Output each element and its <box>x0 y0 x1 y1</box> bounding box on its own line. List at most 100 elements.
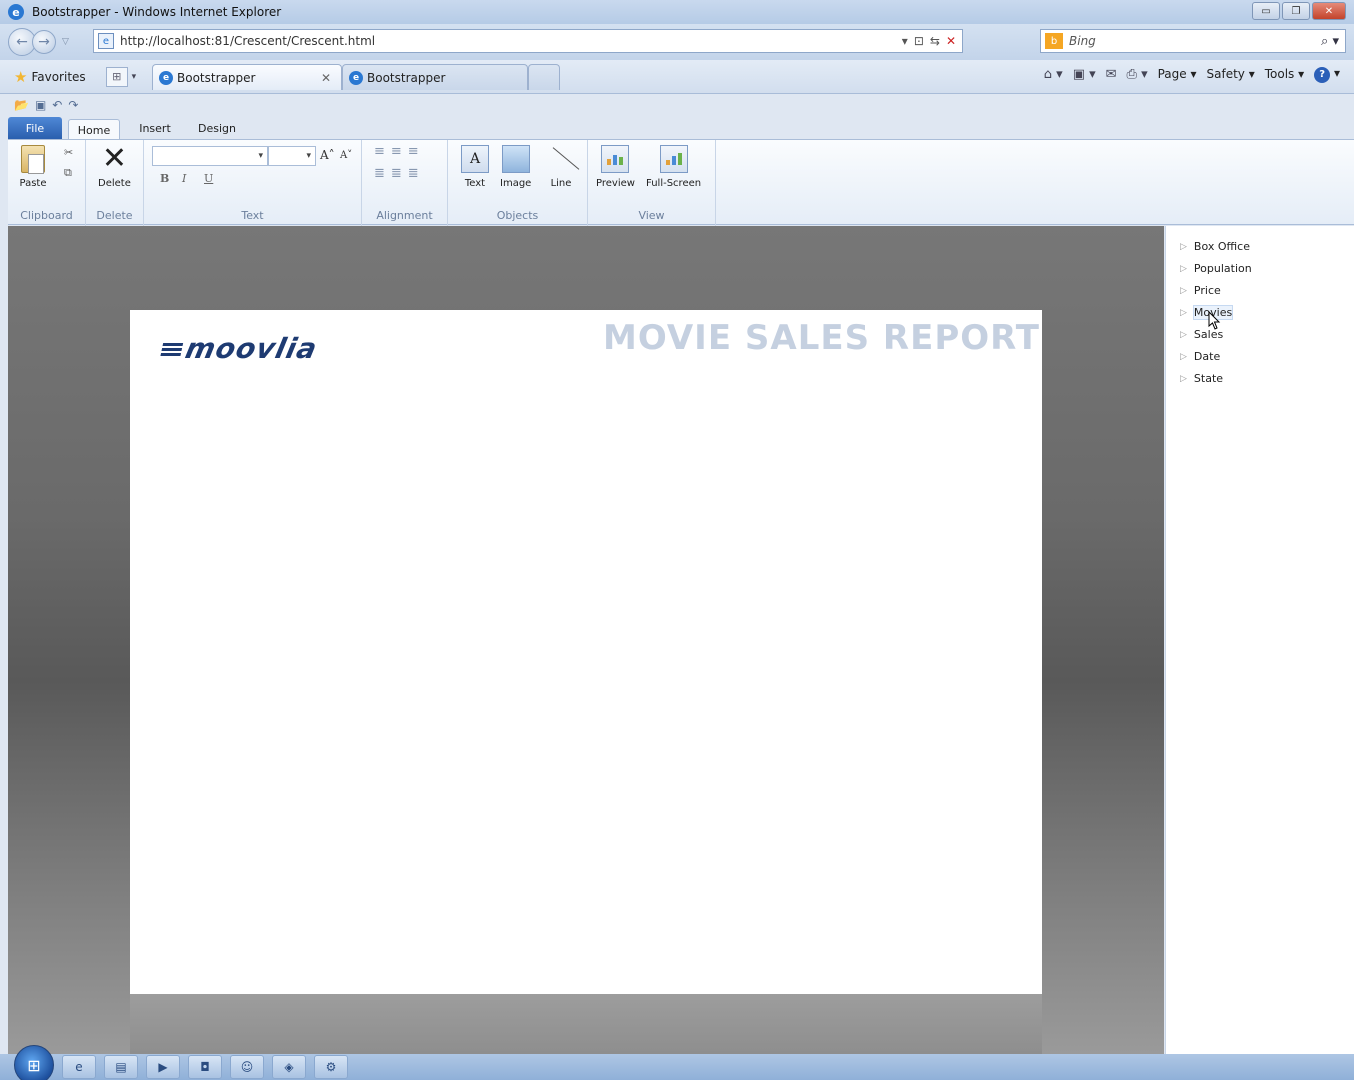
expand-arrow-icon[interactable]: ▷ <box>1180 330 1187 340</box>
mail-icon[interactable]: ✉ <box>1106 67 1117 82</box>
compatibility-view-icon[interactable]: ⊡ <box>914 34 924 48</box>
close-button[interactable]: ✕ <box>1312 2 1346 20</box>
taskbar-app-icon[interactable]: ◈ <box>272 1055 306 1079</box>
field-box-office[interactable]: ▷ Box Office <box>1180 240 1250 253</box>
favorites-star-icon[interactable]: ★ <box>14 68 27 86</box>
tab-file[interactable]: File <box>8 117 62 139</box>
taskbar-ie-icon[interactable]: e <box>62 1055 96 1079</box>
tab-bootstrapper-active[interactable]: e Bootstrapper ✕ <box>152 64 342 90</box>
field-state[interactable]: ▷ State <box>1180 372 1223 385</box>
home-icon[interactable]: ⌂ ▾ <box>1044 67 1063 82</box>
expand-arrow-icon[interactable]: ▷ <box>1180 242 1187 252</box>
bing-logo-icon: b <box>1045 33 1063 49</box>
tab-ie-icon: e <box>159 70 173 85</box>
window-controls: ▭ ❐ ✕ <box>1252 2 1346 20</box>
tab-home[interactable]: Home <box>68 119 120 141</box>
feeds-icon[interactable]: ▣ ▾ <box>1073 67 1096 82</box>
insert-line-label: Line <box>550 178 572 189</box>
search-icon[interactable]: ⌕ ▾ <box>1321 34 1339 49</box>
history-dropdown-icon[interactable]: ▽ <box>62 37 69 47</box>
close-tab-icon[interactable]: ✕ <box>321 71 331 85</box>
taskbar-explorer-icon[interactable]: ▤ <box>104 1055 138 1079</box>
taskbar-users-icon[interactable]: ☺ <box>230 1055 264 1079</box>
tools-menu-label: Tools <box>1264 67 1295 82</box>
expand-arrow-icon[interactable]: ▷ <box>1180 352 1187 362</box>
align-horizontal-icons[interactable]: ≣≣≣ <box>374 166 425 181</box>
address-dropdown-icon[interactable]: ▾ <box>902 34 908 48</box>
grow-font-icon[interactable]: A˄ <box>320 148 335 162</box>
view-group: Preview Full-Screen View <box>588 140 716 226</box>
tab-design[interactable]: Design <box>192 117 242 139</box>
quick-access-toolbar: 📂 ▣ ↶ ↷ <box>8 95 78 115</box>
tools-menu[interactable]: Tools ▾ <box>1265 67 1304 81</box>
font-size-select[interactable]: ▾ <box>268 146 316 166</box>
favorites-button[interactable]: Favorites <box>31 70 85 84</box>
tab-insert[interactable]: Insert <box>132 117 178 139</box>
image-icon <box>501 145 530 173</box>
view-group-label: View <box>638 209 665 222</box>
tab-bootstrapper[interactable]: e Bootstrapper <box>342 64 528 90</box>
italic-button[interactable]: I <box>182 172 186 185</box>
taskbar-outlook-icon[interactable]: ◘ <box>188 1055 222 1079</box>
help-icon: ? <box>1314 66 1331 83</box>
expand-arrow-icon[interactable]: ▷ <box>1180 308 1187 318</box>
taskbar-media-icon[interactable]: ▶ <box>146 1055 180 1079</box>
field-population[interactable]: ▷ Population <box>1180 262 1252 275</box>
design-canvas[interactable]: moovlia MOVIE SALES REPORT <box>8 226 1164 1054</box>
undo-icon[interactable]: ↶ <box>52 98 62 112</box>
expand-arrow-icon[interactable]: ▷ <box>1180 286 1187 296</box>
delete-label: Delete <box>98 178 131 189</box>
minimize-button[interactable]: ▭ <box>1252 2 1280 20</box>
insert-line-button[interactable]: Line <box>546 144 576 189</box>
taskbar: ⊞ e ▤ ▶ ◘ ☺ ◈ ⚙ <box>0 1045 1354 1080</box>
field-movies[interactable]: ▷ Movies <box>1180 305 1234 320</box>
cut-icon[interactable]: ✂ <box>64 146 73 159</box>
save-icon[interactable]: ▣ <box>35 98 46 112</box>
tab-list-dropdown-icon[interactable]: ▾ <box>132 72 137 82</box>
address-controls: ▾ ⊡ ⇆ ✕ <box>902 30 962 52</box>
search-placeholder[interactable]: Bing <box>1069 34 1096 48</box>
safety-menu[interactable]: Safety ▾ <box>1207 67 1255 81</box>
address-url[interactable]: http://localhost:81/Crescent/Crescent.ht… <box>120 34 375 48</box>
insert-text-button[interactable]: A Text <box>460 144 490 189</box>
quick-tabs-icon[interactable]: ⊞ <box>105 66 128 87</box>
address-toolbar: ← → ▽ e http://localhost:81/Crescent/Cre… <box>0 24 1354 60</box>
copy-icon[interactable]: ⧉ <box>64 166 72 180</box>
delete-button[interactable]: ✕ Delete <box>98 144 131 190</box>
refresh-icon[interactable]: ⇆ <box>930 34 940 48</box>
help-menu[interactable]: ? ▾ <box>1314 66 1340 83</box>
expand-arrow-icon[interactable]: ▷ <box>1180 264 1187 274</box>
insert-image-button[interactable]: Image <box>500 144 531 189</box>
delete-group: ✕ Delete Delete <box>86 140 144 226</box>
expand-arrow-icon[interactable]: ▷ <box>1180 374 1187 384</box>
start-button[interactable]: ⊞ <box>14 1045 54 1080</box>
shrink-font-icon[interactable]: A˅ <box>340 150 352 161</box>
insert-image-label: Image <box>500 178 532 189</box>
paste-button[interactable]: Paste <box>18 144 48 189</box>
stop-icon[interactable]: ✕ <box>946 34 956 48</box>
address-bar[interactable]: e http://localhost:81/Crescent/Crescent.… <box>93 29 963 53</box>
alignment-group: ≡≡≡ ≣≣≣ Alignment <box>362 140 448 226</box>
field-price[interactable]: ▷ Price <box>1180 284 1221 297</box>
objects-group: A Text Image Line Objects <box>448 140 588 226</box>
redo-icon[interactable]: ↷ <box>68 98 78 112</box>
report-page[interactable]: moovlia MOVIE SALES REPORT <box>130 310 1042 994</box>
print-icon[interactable]: ⎙ ▾ <box>1127 67 1148 82</box>
align-top-icons[interactable]: ≡≡≡ <box>374 144 425 159</box>
underline-button[interactable]: U <box>204 172 213 185</box>
restore-button[interactable]: ❐ <box>1282 2 1310 20</box>
forward-button[interactable]: → <box>32 30 56 54</box>
fullscreen-button[interactable]: Full-Screen <box>646 144 701 189</box>
report-title[interactable]: MOVIE SALES REPORT <box>603 318 1040 358</box>
taskbar-tool-icon[interactable]: ⚙ <box>314 1055 348 1079</box>
page-menu[interactable]: Page ▾ <box>1158 67 1197 81</box>
field-date[interactable]: ▷ Date <box>1180 350 1220 363</box>
bold-button[interactable]: B <box>160 172 169 185</box>
search-box[interactable]: b Bing ⌕ ▾ <box>1040 29 1346 53</box>
text-group-label: Text <box>241 209 264 222</box>
font-family-select[interactable]: ▾ <box>152 146 268 166</box>
preview-button[interactable]: Preview <box>596 144 635 189</box>
new-tab-button[interactable] <box>528 64 560 90</box>
open-icon[interactable]: 📂 <box>14 98 29 112</box>
safety-menu-label: Safety <box>1206 67 1245 82</box>
